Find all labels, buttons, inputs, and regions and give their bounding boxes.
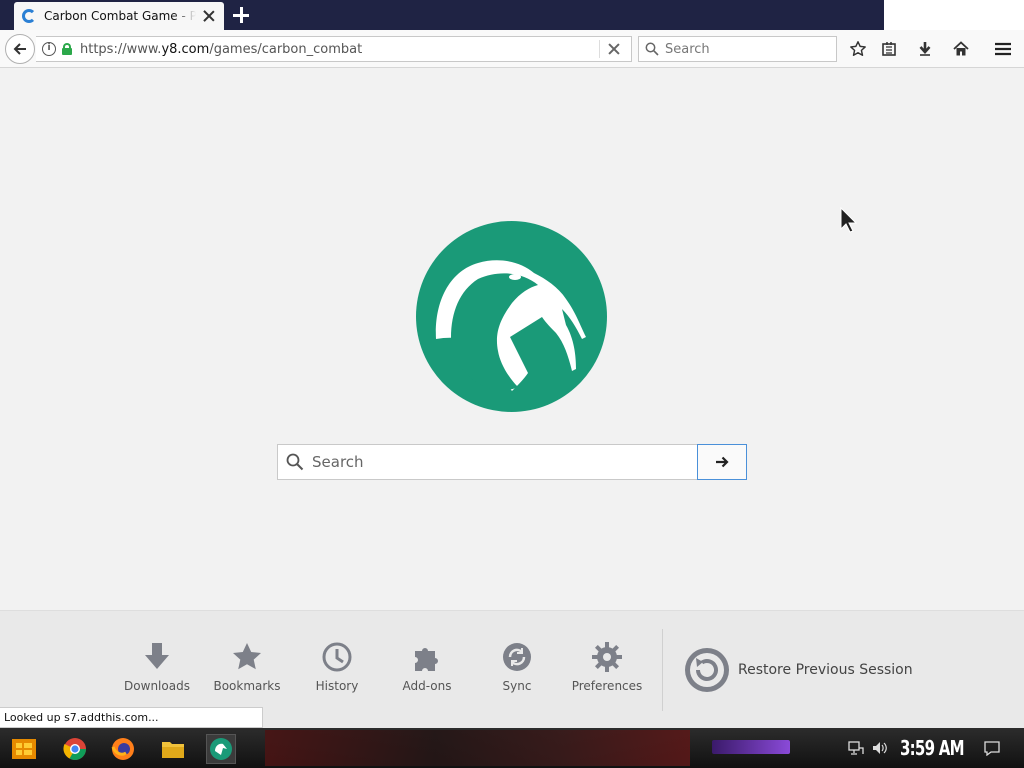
search-icon <box>286 453 304 471</box>
launcher-bookmarks[interactable]: Bookmarks <box>207 641 287 693</box>
taskbar-file-explorer[interactable] <box>158 734 188 764</box>
loading-spinner-icon <box>22 9 36 23</box>
launcher-label: Bookmarks <box>213 679 281 693</box>
star-icon <box>233 643 261 670</box>
launcher-divider <box>662 629 663 711</box>
puzzle-icon <box>415 648 438 671</box>
new-tab-button[interactable] <box>232 6 250 24</box>
launcher-label: Preferences <box>571 679 643 693</box>
network-icon[interactable] <box>848 740 864 756</box>
new-tab-page: Search <box>0 69 1024 610</box>
clock-icon <box>322 642 352 672</box>
gear-icon <box>592 642 622 672</box>
back-button[interactable] <box>5 34 35 64</box>
taskbar-window-preview <box>265 730 690 766</box>
taskbar: 3:59 AM <box>0 728 1024 768</box>
taskbar-chrome[interactable] <box>60 734 90 764</box>
url-text[interactable]: https://www.y8.com/games/carbon_combat <box>80 42 599 57</box>
bookmark-star-icon[interactable] <box>847 38 869 60</box>
browser-logo-icon <box>416 221 607 412</box>
url-prefix: https://www. <box>80 41 162 57</box>
lock-icon[interactable] <box>62 43 72 55</box>
taskbar-browser-active[interactable] <box>206 734 236 764</box>
url-bar[interactable]: i https://www.y8.com/games/carbon_combat <box>36 36 632 62</box>
stop-loading-icon[interactable] <box>608 43 620 55</box>
launcher-sync[interactable]: Sync <box>477 641 557 693</box>
tab-strip: Carbon Combat Game - Play Online on Y8.c… <box>0 0 1024 30</box>
close-tab-icon[interactable] <box>202 9 216 23</box>
titlebar-blank-area <box>884 0 1024 30</box>
launcher-downloads[interactable]: Downloads <box>117 641 197 693</box>
browser-logo-icon <box>210 738 232 760</box>
url-divider <box>599 40 600 58</box>
sync-icon <box>503 643 531 671</box>
launcher-label: Add-ons <box>402 679 452 693</box>
search-icon <box>645 42 659 56</box>
launcher-label: Downloads <box>124 679 190 693</box>
start-button-icon[interactable] <box>10 737 38 761</box>
launcher-label: Sync <box>502 679 532 693</box>
folder-icon <box>162 742 184 758</box>
tab-carbon-combat[interactable]: Carbon Combat Game - Play Online on Y8.c… <box>14 2 224 30</box>
page-search-input[interactable]: Search <box>277 444 698 480</box>
mouse-cursor-icon <box>840 207 858 233</box>
volume-icon[interactable] <box>872 740 888 756</box>
download-icon <box>145 643 169 669</box>
url-domain: y8.com <box>161 41 210 57</box>
info-icon[interactable]: i <box>42 42 56 56</box>
restore-icon <box>685 648 729 692</box>
back-arrow-icon <box>13 43 26 55</box>
toolbar-search-placeholder: Search <box>665 41 710 57</box>
page-search-placeholder: Search <box>312 453 364 471</box>
arrow-right-icon <box>716 456 729 468</box>
launcher-preferences[interactable]: Preferences <box>567 641 647 693</box>
tab-title: Carbon Combat Game - Play Online on Y8.c… <box>44 9 196 23</box>
home-icon[interactable] <box>950 38 972 60</box>
launcher-label: History <box>315 679 359 693</box>
launcher-addons[interactable]: Add-ons <box>387 641 467 693</box>
url-path: /games/carbon_combat <box>209 41 363 57</box>
chrome-icon <box>63 738 86 760</box>
firefox-icon <box>111 738 134 760</box>
restore-session-label: Restore Previous Session <box>738 662 913 678</box>
navigation-toolbar: i https://www.y8.com/games/carbon_combat… <box>0 30 1024 68</box>
taskbar-clock[interactable]: 3:59 AM <box>900 736 965 760</box>
restore-session-button[interactable]: Restore Previous Session <box>684 647 913 693</box>
status-text: Looked up s7.addthis.com... <box>0 707 263 728</box>
taskbar-firefox[interactable] <box>108 734 138 764</box>
search-go-button[interactable] <box>697 444 747 480</box>
notification-icon[interactable] <box>984 740 1000 756</box>
taskbar-decoration <box>712 740 790 754</box>
reading-list-icon[interactable] <box>878 38 900 60</box>
download-icon[interactable] <box>914 38 936 60</box>
hamburger-menu-icon[interactable] <box>992 38 1014 60</box>
toolbar-search-input[interactable]: Search <box>638 36 837 62</box>
launcher-history[interactable]: History <box>297 641 377 693</box>
